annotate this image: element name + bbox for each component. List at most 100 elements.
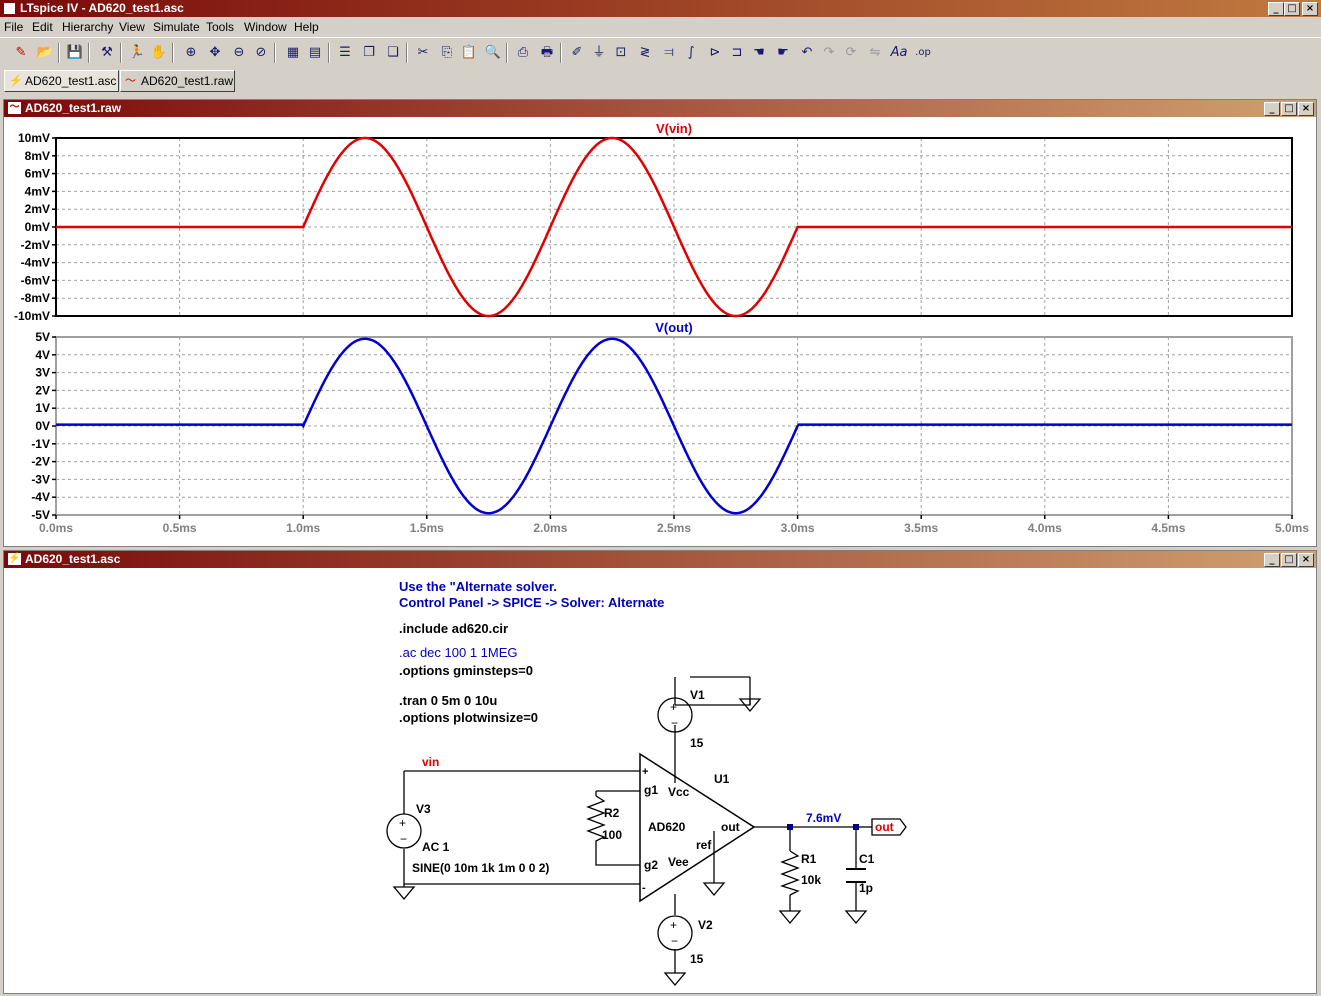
u1-model[interactable]: AD620: [648, 820, 686, 834]
spice-directive[interactable]: .include ad620.cir: [399, 621, 508, 636]
net-label-vin[interactable]: vin: [422, 755, 439, 769]
undo-icon[interactable]: ↶: [798, 44, 816, 62]
app-title-bar[interactable]: LTspice IV - AD620_test1.asc _ □ ×: [0, 0, 1321, 17]
y-tick-label: 0V: [35, 419, 50, 433]
waveform-restore-button[interactable]: □: [1281, 102, 1297, 116]
run-icon[interactable]: 🏃: [128, 44, 146, 62]
drag-icon[interactable]: ☛: [774, 44, 792, 62]
r2-label[interactable]: R2: [604, 806, 620, 820]
cascade-icon[interactable]: ❐: [360, 44, 378, 62]
cut-icon[interactable]: ✂: [414, 44, 432, 62]
save-icon[interactable]: 💾: [66, 44, 84, 62]
waveform-window-title-bar[interactable]: 〜 AD620_test1.raw _ □ ×: [4, 100, 1316, 117]
component-icon[interactable]: ⊐: [728, 44, 746, 62]
pin-g2-label: g2: [644, 858, 658, 872]
y-tick-label: -3V: [31, 472, 50, 486]
r1-resistor[interactable]: [779, 850, 800, 896]
v2-label[interactable]: V2: [698, 918, 713, 932]
r2-value[interactable]: 100: [602, 828, 622, 842]
schematic-minimize-button[interactable]: _: [1264, 553, 1280, 567]
label-net-icon[interactable]: ⊡: [612, 44, 630, 62]
c1-label[interactable]: C1: [859, 852, 875, 866]
new-schematic-icon[interactable]: ✎: [12, 44, 30, 62]
schematic-window-title-bar[interactable]: ⚡ AD620_test1.asc _ □ ×: [4, 551, 1316, 568]
c1-value[interactable]: 1p: [859, 881, 873, 895]
v2-value[interactable]: 15: [690, 952, 704, 966]
menu-view[interactable]: View: [119, 20, 145, 34]
v1-label[interactable]: V1: [690, 688, 705, 702]
schematic-restore-button[interactable]: □: [1281, 553, 1297, 567]
halt-icon[interactable]: ✋: [150, 44, 168, 62]
ground-icon[interactable]: ⏚: [590, 44, 608, 62]
print-icon[interactable]: 🖶: [538, 44, 556, 62]
comment-text[interactable]: Use the "Alternate solver.: [399, 579, 557, 594]
mirror-icon[interactable]: ⇋: [866, 44, 884, 62]
grid-icon[interactable]: ▤: [306, 44, 324, 62]
capacitor-icon[interactable]: ⫤: [660, 44, 678, 62]
y-tick-label: 6mV: [25, 167, 50, 181]
comment-text[interactable]: Control Panel -> SPICE -> Solver: Altern…: [399, 595, 664, 610]
wire[interactable]: [674, 677, 751, 706]
restore-button[interactable]: □: [1284, 2, 1300, 16]
open-icon[interactable]: 📂: [36, 44, 54, 62]
zoom-in-icon[interactable]: ⊕: [182, 44, 200, 62]
spice-directive[interactable]: .options plotwinsize=0: [399, 710, 538, 725]
r1-value[interactable]: 10k: [801, 873, 821, 887]
y-tick-label: 3V: [35, 366, 50, 380]
trace-title: V(out): [655, 320, 693, 335]
menu-simulate[interactable]: Simulate: [153, 20, 200, 34]
menu-edit[interactable]: Edit: [32, 20, 53, 34]
ground-icon: [392, 886, 416, 901]
spice-directive-icon[interactable]: .op: [914, 44, 932, 62]
net-label-out[interactable]: out: [875, 820, 894, 834]
copy-icon[interactable]: ⎘: [438, 44, 456, 62]
zoom-fit-icon[interactable]: ⊘: [252, 44, 270, 62]
toolbar-separator: [120, 43, 122, 63]
menu-hierarchy[interactable]: Hierarchy: [62, 20, 113, 34]
spice-directive[interactable]: .tran 0 5m 0 10u: [399, 693, 497, 708]
minimize-button[interactable]: _: [1268, 2, 1284, 16]
menu-help[interactable]: Help: [294, 20, 319, 34]
schematic-window[interactable]: ⚡ AD620_test1.asc _ □ × Use the "Alterna…: [3, 550, 1317, 994]
menu-window[interactable]: Window: [244, 20, 287, 34]
close-window-icon[interactable]: ❑: [384, 44, 402, 62]
x-tick-label: 2.5ms: [657, 521, 691, 535]
inductor-icon[interactable]: ∫: [682, 44, 700, 62]
find-icon[interactable]: 🔍: [484, 44, 502, 62]
v3-sine-value[interactable]: SINE(0 10m 1k 1m 0 0 2): [412, 861, 549, 875]
wire[interactable]: [595, 844, 640, 866]
waveform-window[interactable]: 〜 AD620_test1.raw _ □ × 10mV 8mV 6mV 4mV 2mV…: [3, 99, 1317, 547]
r1-label[interactable]: R1: [801, 852, 817, 866]
v1-value[interactable]: 15: [690, 736, 704, 750]
operating-point-voltage[interactable]: 7.6mV: [806, 811, 841, 825]
close-button[interactable]: ×: [1302, 2, 1318, 16]
rotate-icon[interactable]: ⟳: [842, 44, 860, 62]
v3-label[interactable]: V3: [416, 802, 431, 816]
waveform-plot-area[interactable]: 10mV 8mV 6mV 4mV 2mV 0mV -2mV -4mV -6mV -8mV -10mV…: [4, 118, 1316, 546]
spice-directive[interactable]: .options gminsteps=0: [399, 663, 533, 678]
menu-tools[interactable]: Tools: [206, 20, 234, 34]
menu-file[interactable]: File: [4, 20, 23, 34]
tab-waveform[interactable]: 〜 AD620_test1.raw: [120, 70, 235, 92]
v3-ac-value[interactable]: AC 1: [422, 840, 450, 854]
diode-icon[interactable]: ⊳: [706, 44, 724, 62]
move-icon[interactable]: ☚: [750, 44, 768, 62]
zoom-out-icon[interactable]: ⊖: [230, 44, 248, 62]
waveform-minimize-button[interactable]: _: [1264, 102, 1280, 116]
redo-icon[interactable]: ↷: [820, 44, 838, 62]
waveform-close-button[interactable]: ×: [1298, 102, 1314, 116]
u1-label[interactable]: U1: [714, 772, 730, 786]
control-panel-icon[interactable]: ⚒: [98, 44, 116, 62]
print-setup-icon[interactable]: ⎙: [514, 44, 532, 62]
schematic-close-button[interactable]: ×: [1298, 553, 1314, 567]
schematic-canvas[interactable]: Use the "Alternate solver. Control Panel…: [4, 569, 1314, 991]
resistor-icon[interactable]: ≷: [636, 44, 654, 62]
text-icon[interactable]: Aa: [890, 44, 908, 62]
tab-schematic[interactable]: ⚡ AD620_test1.asc: [4, 70, 119, 92]
pan-icon[interactable]: ✥: [206, 44, 224, 62]
paste-icon[interactable]: 📋: [460, 44, 478, 62]
wire-icon[interactable]: ✐: [568, 44, 586, 62]
spice-directive[interactable]: .ac dec 100 1 1MEG: [399, 645, 518, 660]
autorange-icon[interactable]: ▦: [284, 44, 302, 62]
tile-horizontal-icon[interactable]: ☰: [336, 44, 354, 62]
